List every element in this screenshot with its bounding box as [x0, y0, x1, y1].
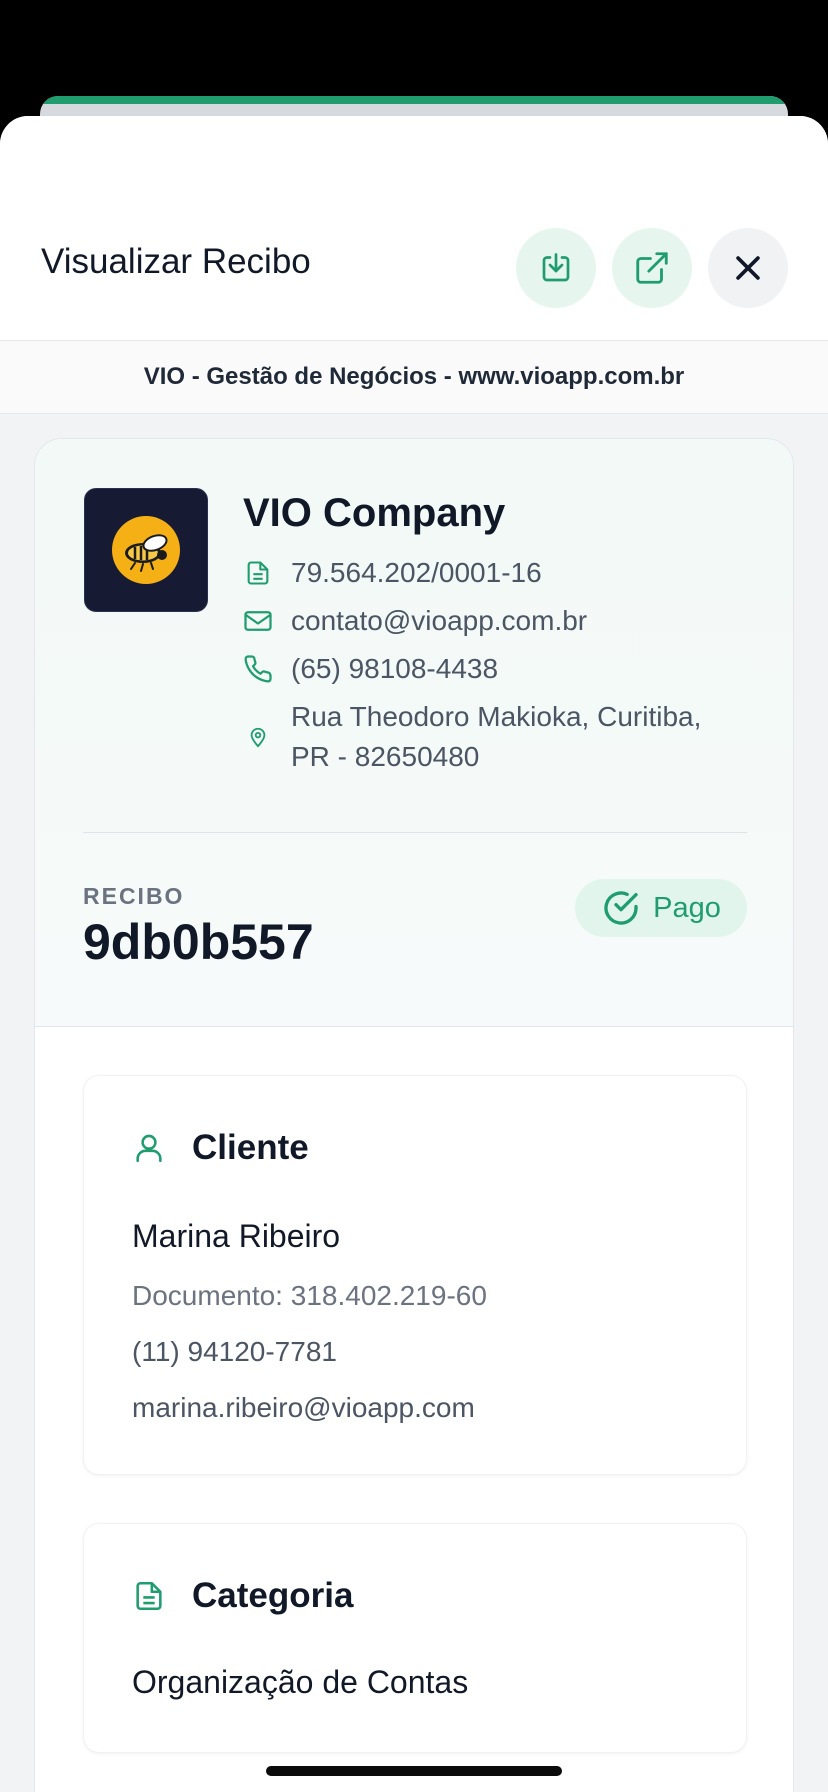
- receipt-modal: Visualizar Recibo VIO - Gestão de Negóci…: [0, 116, 828, 1792]
- close-button[interactable]: [708, 228, 788, 308]
- status-badge: Pago: [575, 879, 747, 937]
- receipt-number: 9db0b557: [83, 914, 314, 970]
- document-icon: [136, 1581, 162, 1611]
- client-document: Documento: 318.402.219-60: [132, 1280, 487, 1311]
- category-value: Organização de Contas: [132, 1664, 469, 1700]
- company-email[interactable]: contato@vioapp.com.br: [291, 601, 587, 641]
- check-circle-icon: [604, 891, 638, 925]
- document-icon: [243, 553, 273, 593]
- map-pin-icon: [243, 697, 273, 777]
- category-heading: Categoria: [192, 1576, 354, 1615]
- company-cnpj-row: 79.564.202/0001-16: [243, 553, 542, 593]
- receipt-label: RECIBO: [83, 883, 185, 909]
- client-section-header: Cliente: [132, 1128, 309, 1168]
- phone-icon: [243, 649, 273, 689]
- user-icon: [136, 1134, 162, 1163]
- receipt-card: VIO Company 79.564.202/0001-16 contato@v…: [34, 438, 794, 1792]
- background-sheet-accent: [40, 96, 788, 104]
- company-name: VIO Company: [243, 491, 506, 535]
- external-link-icon: [636, 252, 668, 284]
- category-section-header: Categoria: [132, 1576, 353, 1616]
- modal-header: Visualizar Recibo: [0, 116, 828, 340]
- download-button[interactable]: [516, 228, 596, 308]
- client-phone[interactable]: (11) 94120-7781: [132, 1336, 337, 1368]
- receipt-header: VIO Company 79.564.202/0001-16 contato@v…: [35, 439, 793, 1027]
- client-card: Cliente Marina Ribeiro Documento: 318.40…: [83, 1075, 747, 1475]
- client-email[interactable]: marina.ribeiro@vioapp.com: [132, 1392, 475, 1424]
- company-logo: [84, 488, 208, 612]
- company-cnpj: 79.564.202/0001-16: [291, 557, 542, 588]
- home-indicator: [266, 1766, 562, 1776]
- client-heading: Cliente: [192, 1128, 309, 1167]
- company-address-row: Rua Theodoro Makioka, Curitiba, PR - 826…: [243, 697, 743, 777]
- bee-logo-icon: [112, 516, 180, 584]
- modal-title: Visualizar Recibo: [41, 242, 311, 281]
- company-address: Rua Theodoro Makioka, Curitiba, PR - 826…: [291, 701, 702, 772]
- company-phone[interactable]: (65) 98108-4438: [291, 649, 498, 689]
- brand-bar: VIO - Gestão de Negócios - www.vioapp.co…: [0, 340, 828, 414]
- client-name: Marina Ribeiro: [132, 1218, 341, 1254]
- category-card: Categoria Organização de Contas: [83, 1523, 747, 1753]
- close-icon: [736, 256, 760, 280]
- company-email-row: contato@vioapp.com.br: [243, 601, 587, 641]
- header-divider: [83, 832, 747, 833]
- mail-icon: [243, 601, 273, 641]
- open-external-button[interactable]: [612, 228, 692, 308]
- status-label: Pago: [653, 891, 721, 924]
- download-icon: [542, 253, 570, 282]
- company-phone-row: (65) 98108-4438: [243, 649, 498, 689]
